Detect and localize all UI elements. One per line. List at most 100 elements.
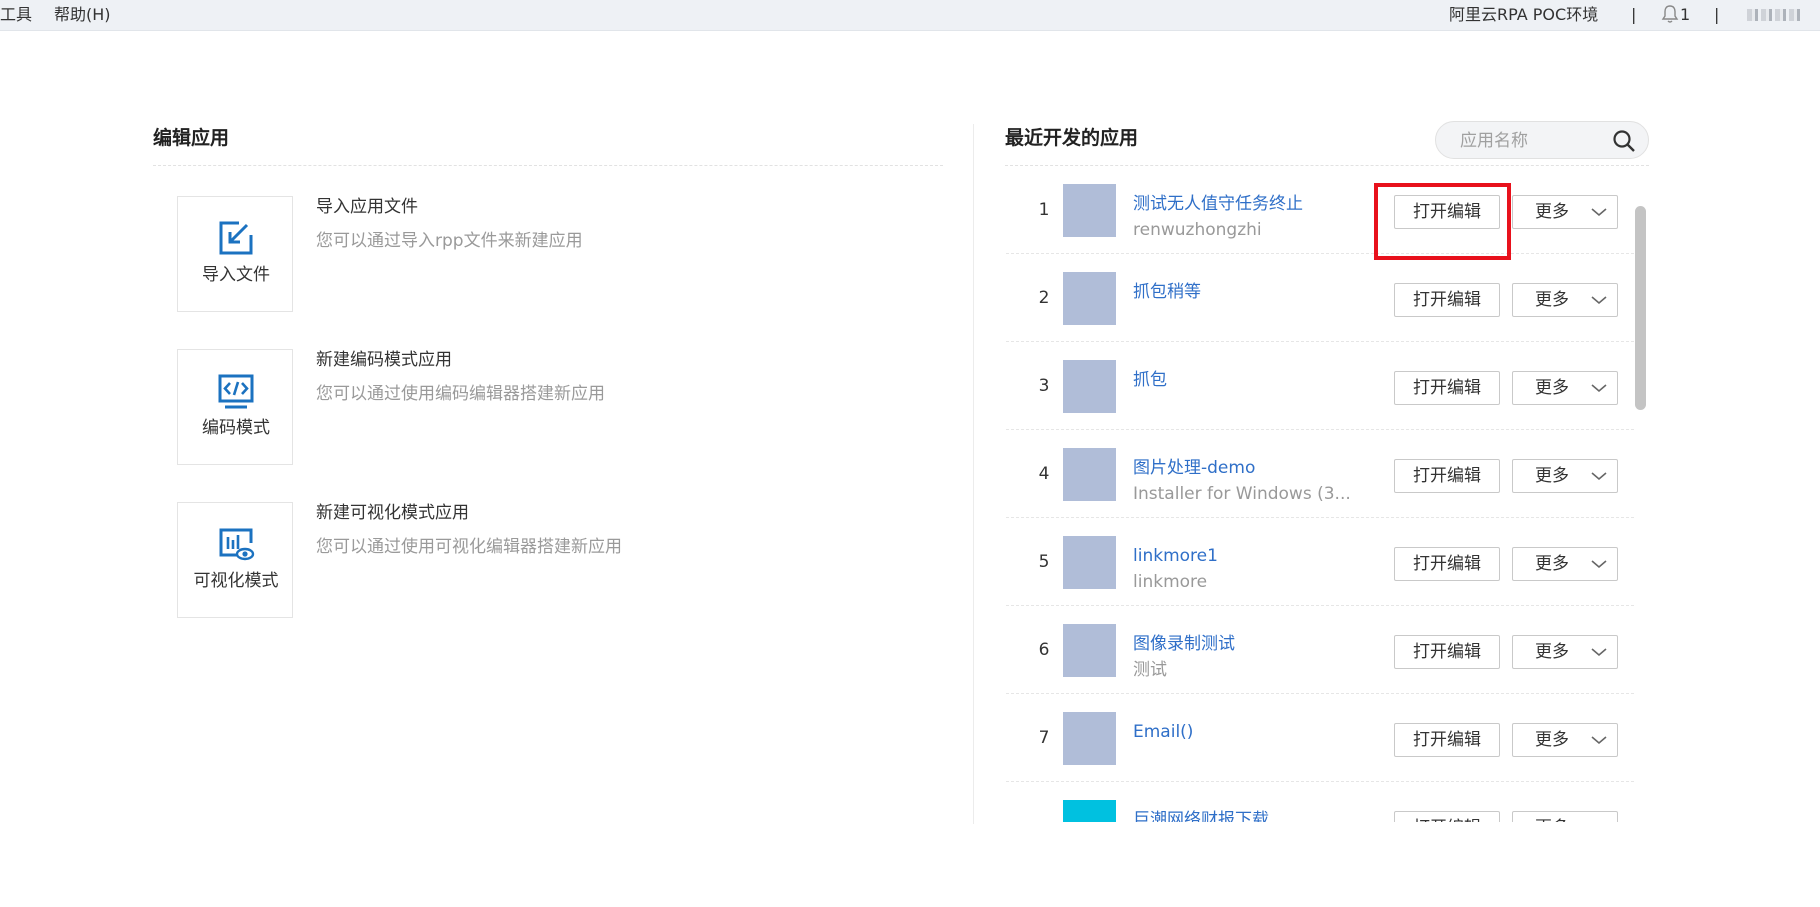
row-index: 1	[1038, 200, 1050, 220]
app-name-link[interactable]: 图片处理-demo	[1133, 456, 1255, 480]
app-thumbnail	[1063, 800, 1116, 822]
scrollbar[interactable]	[1635, 206, 1647, 410]
recent-app-row: 2 抓包稍等 打开编辑 更多	[1006, 254, 1634, 342]
app-thumbnail	[1063, 360, 1116, 413]
import-app-description: 您可以通过导入rpp文件来新建应用	[316, 231, 583, 251]
recent-app-row: 3 抓包 打开编辑 更多	[1006, 342, 1634, 430]
recent-apps-title: 最近开发的应用	[1005, 127, 1139, 149]
recent-app-list: 1 测试无人值守任务终止 renwuzhongzhi 打开编辑 更多 2 抓包稍…	[1006, 166, 1636, 822]
app-thumbnail	[1063, 272, 1116, 325]
recent-app-row: 5 linkmore1 linkmore 打开编辑 更多	[1006, 518, 1634, 606]
more-label: 更多	[1535, 378, 1569, 398]
app-subtitle: 测试	[1133, 660, 1167, 680]
row-index: 5	[1038, 552, 1050, 572]
chevron-down-icon	[1591, 560, 1607, 569]
more-dropdown[interactable]: 更多	[1512, 723, 1618, 757]
code-mode-card[interactable]: 编码模式	[177, 349, 293, 465]
notification-count[interactable]: 1	[1680, 4, 1690, 26]
chevron-down-icon	[1591, 296, 1607, 305]
open-edit-button[interactable]: 打开编辑	[1394, 547, 1500, 581]
more-dropdown[interactable]: 更多	[1512, 635, 1618, 669]
user-avatar[interactable]	[1747, 9, 1801, 21]
highlight-box	[1374, 183, 1511, 260]
visual-mode-card[interactable]: 可视化模式	[177, 502, 293, 618]
visual-mode-label: 可视化模式	[193, 571, 279, 591]
open-edit-button[interactable]: 打开编辑	[1394, 371, 1500, 405]
bell-icon[interactable]	[1659, 3, 1681, 25]
more-label: 更多	[1535, 812, 1569, 822]
code-app-description: 您可以通过使用编码编辑器搭建新应用	[316, 384, 605, 404]
menu-help[interactable]: 帮助(H)	[54, 4, 111, 26]
code-mode-label: 编码模式	[202, 418, 270, 438]
app-thumbnail	[1063, 536, 1116, 589]
more-dropdown[interactable]: 更多	[1512, 371, 1618, 405]
more-dropdown[interactable]: 更多	[1512, 195, 1618, 229]
import-icon	[219, 221, 253, 255]
app-subtitle: renwuzhongzhi	[1133, 220, 1262, 240]
app-name-link[interactable]: linkmore1	[1133, 544, 1218, 568]
divider	[153, 165, 943, 166]
separator: |	[1631, 5, 1637, 24]
row-index: 2	[1038, 288, 1050, 308]
visual-app-title: 新建可视化模式应用	[316, 503, 469, 523]
code-icon	[218, 374, 254, 409]
more-dropdown[interactable]: 更多	[1512, 811, 1618, 822]
more-label: 更多	[1535, 466, 1569, 486]
search-icon[interactable]	[1612, 129, 1636, 153]
import-app-title: 导入应用文件	[316, 197, 418, 217]
more-dropdown[interactable]: 更多	[1512, 547, 1618, 581]
more-label: 更多	[1535, 290, 1569, 310]
environment-label[interactable]: 阿里云RPA POC环境	[1449, 4, 1598, 26]
row-index: 4	[1038, 464, 1050, 484]
scrollbar-thumb[interactable]	[1635, 206, 1646, 410]
import-file-label: 导入文件	[202, 265, 270, 285]
recent-app-row: 4 图片处理-demo Installer for Windows (3... …	[1006, 430, 1634, 518]
more-label: 更多	[1535, 730, 1569, 750]
row-index: 7	[1038, 728, 1050, 748]
menu-tools[interactable]: 工具	[0, 4, 32, 26]
recent-app-row: 7 Email() 打开编辑 更多	[1006, 694, 1634, 782]
chevron-down-icon	[1591, 384, 1607, 393]
edit-app-title: 编辑应用	[153, 127, 230, 149]
more-dropdown[interactable]: 更多	[1512, 459, 1618, 493]
open-edit-button[interactable]: 打开编辑	[1394, 635, 1500, 669]
row-index: 6	[1038, 640, 1050, 660]
chevron-down-icon	[1591, 736, 1607, 745]
more-dropdown[interactable]: 更多	[1512, 283, 1618, 317]
app-name-link[interactable]: Email()	[1133, 720, 1193, 744]
visual-app-description: 您可以通过使用可视化编辑器搭建新应用	[316, 537, 622, 557]
chevron-down-icon	[1591, 208, 1607, 217]
app-thumbnail	[1063, 448, 1116, 501]
app-name-link[interactable]: 抓包稍等	[1133, 280, 1201, 304]
panel-divider	[973, 124, 974, 824]
open-edit-button[interactable]: 打开编辑	[1394, 459, 1500, 493]
more-label: 更多	[1535, 202, 1569, 222]
recent-app-row: 巨潮网络财报下载 打开编辑 更多	[1006, 782, 1634, 822]
code-app-title: 新建编码模式应用	[316, 350, 452, 370]
app-thumbnail	[1063, 184, 1116, 237]
app-name-link[interactable]: 巨潮网络财报下载	[1133, 808, 1269, 822]
open-edit-button[interactable]: 打开编辑	[1394, 811, 1500, 822]
app-name-link[interactable]: 图像录制测试	[1133, 632, 1235, 656]
separator: |	[1714, 5, 1720, 24]
app-subtitle: Installer for Windows (3...	[1133, 484, 1351, 504]
app-thumbnail	[1063, 624, 1116, 677]
menu-bar: 工具 帮助(H) 阿里云RPA POC环境 | 1 |	[0, 0, 1820, 31]
app-subtitle: linkmore	[1133, 572, 1208, 592]
more-label: 更多	[1535, 642, 1569, 662]
recent-app-row: 6 图像录制测试 测试 打开编辑 更多	[1006, 606, 1634, 694]
search-input[interactable]	[1458, 128, 1612, 154]
more-label: 更多	[1535, 554, 1569, 574]
open-edit-button[interactable]: 打开编辑	[1394, 723, 1500, 757]
recent-app-row: 1 测试无人值守任务终止 renwuzhongzhi 打开编辑 更多	[1006, 166, 1634, 254]
row-index: 3	[1038, 376, 1050, 396]
visual-chart-icon	[219, 528, 255, 561]
chevron-down-icon	[1591, 648, 1607, 657]
import-file-card[interactable]: 导入文件	[177, 196, 293, 312]
app-search[interactable]	[1435, 121, 1649, 159]
app-thumbnail	[1063, 712, 1116, 765]
app-name-link[interactable]: 测试无人值守任务终止	[1133, 192, 1303, 216]
open-edit-button[interactable]: 打开编辑	[1394, 283, 1500, 317]
chevron-down-icon	[1591, 472, 1607, 481]
app-name-link[interactable]: 抓包	[1133, 368, 1167, 392]
